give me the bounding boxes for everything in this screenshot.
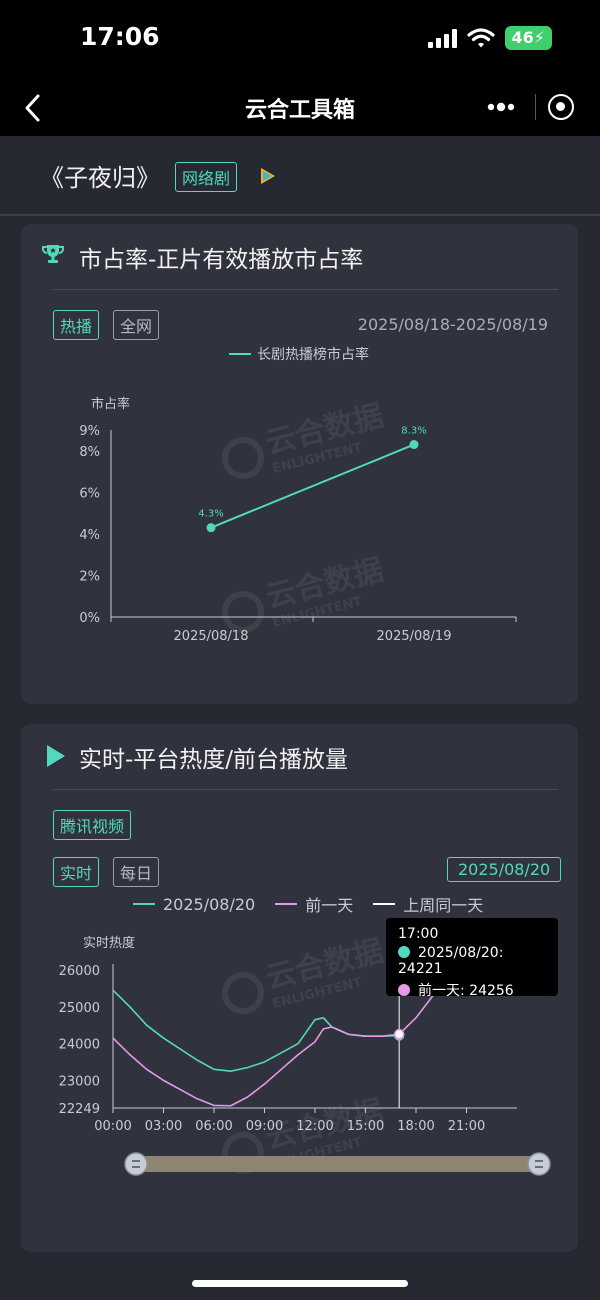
cellular-signal-icon	[427, 28, 457, 48]
date-range: 2025/08/18-2025/08/19	[357, 315, 548, 334]
watermark-logo-icon	[222, 437, 264, 479]
nav-bar: 云合工具箱	[0, 80, 600, 136]
status-time: 17:06	[80, 22, 160, 51]
record-icon[interactable]	[548, 94, 574, 120]
tooltip-dot-icon	[398, 984, 410, 996]
y-tick-label: 23000	[59, 1074, 100, 1089]
zoom-slider-track	[133, 1156, 541, 1172]
card-divider	[53, 789, 558, 790]
y-tick-label: 25000	[59, 1001, 100, 1016]
tab-daily[interactable]: 每日	[113, 857, 160, 887]
data-label: 4.3%	[198, 509, 223, 520]
battery-level: 46	[511, 28, 534, 47]
battery-icon: 46⚡	[504, 26, 552, 50]
y-tick-label: 2%	[79, 569, 100, 584]
x-tick-label: 21:00	[448, 1119, 485, 1134]
legend-line-icon	[229, 353, 251, 355]
legend-label: 长剧热播榜市占率	[257, 347, 369, 363]
tooltip-row-prev: 前一天: 24256	[398, 980, 546, 1000]
y-tick-label: 4%	[79, 528, 100, 543]
play-icon	[47, 745, 65, 767]
status-bar: 17:06 46⚡	[0, 0, 600, 80]
nav-divider	[535, 94, 536, 120]
data-label: 8.3%	[401, 426, 426, 437]
y-axis-title: 实时热度	[83, 935, 135, 951]
tab-hot[interactable]: 热播	[53, 310, 100, 340]
chart2-legend: 2025/08/20 前一天 上周同一天	[133, 892, 483, 916]
legend-prev-day[interactable]: 前一天	[305, 892, 353, 916]
x-tick-label: 09:00	[246, 1119, 283, 1134]
genre-tag: 网络剧	[175, 162, 238, 192]
y-tick-label: 24000	[59, 1038, 100, 1053]
show-header: 《子夜归》 网络剧	[0, 136, 600, 216]
data-point	[206, 523, 216, 533]
tooltip-dot-icon	[398, 946, 410, 958]
zoom-slider-handle	[124, 1152, 148, 1176]
tooltip-today-value: 2025/08/20: 24221	[398, 945, 504, 977]
y-tick-label: 9%	[79, 424, 100, 439]
market-share-card: 市占率-正片有效播放市占率 热播 全网 2025/08/18-2025/08/1…	[21, 224, 578, 704]
chart1-legend[interactable]: 长剧热播榜市占率	[229, 344, 369, 364]
tab-realtime[interactable]: 实时	[53, 857, 100, 887]
tencent-video-icon	[261, 168, 275, 184]
legend-prev-day-line-icon	[275, 903, 298, 905]
x-tick-label: 15:00	[347, 1119, 384, 1134]
watermark-logo-icon	[222, 591, 264, 633]
wifi-icon	[466, 28, 495, 48]
legend-last-week-line-icon	[373, 903, 396, 905]
tooltip-prev-value: 前一天: 24256	[418, 983, 514, 999]
x-tick-label: 2025/08/18	[174, 629, 249, 644]
x-tick-label: 12:00	[296, 1119, 333, 1134]
tab-all-network[interactable]: 全网	[113, 310, 160, 340]
x-tick-label: 06:00	[195, 1119, 232, 1134]
chart-tooltip: 17:00 2025/08/20: 24221 前一天: 24256	[386, 918, 558, 999]
legend-today-line-icon	[133, 903, 155, 905]
date-picker-button[interactable]: 2025/08/20	[447, 857, 562, 882]
trophy-icon	[42, 245, 64, 263]
highlight-point	[393, 1028, 405, 1040]
platform-tag[interactable]: 腾讯视频	[53, 810, 132, 840]
market-share-title: 市占率-正片有效播放市占率	[79, 247, 364, 273]
x-tick-label: 2025/08/19	[377, 629, 452, 644]
x-tick-label: 03:00	[145, 1119, 182, 1134]
zoom-slider-handle	[527, 1152, 551, 1176]
status-icons: 46⚡	[427, 26, 552, 50]
tooltip-row-today: 2025/08/20: 24221	[398, 945, 546, 977]
tooltip-time: 17:00	[398, 926, 439, 942]
realtime-heat-title: 实时-平台热度/前台播放量	[79, 747, 349, 773]
y-tick-label: 0%	[79, 611, 100, 626]
y-tick-label: 26000	[59, 964, 100, 979]
market-share-chart: 云合数据ENLIGHTENT云合数据ENLIGHTENT市占率0%2%4%6%8…	[79, 396, 517, 644]
x-tick-label: 00:00	[94, 1119, 131, 1134]
y-tick-label: 6%	[79, 486, 100, 501]
more-icon[interactable]	[486, 98, 516, 116]
legend-today[interactable]: 2025/08/20	[163, 895, 255, 914]
legend-last-week[interactable]: 上周同一天	[403, 892, 483, 916]
data-point	[409, 440, 419, 450]
watermark-logo-icon	[222, 972, 264, 1014]
show-title: 《子夜归》	[40, 164, 160, 192]
y-tick-label: 22249	[59, 1102, 100, 1117]
y-axis-title: 市占率	[91, 396, 130, 412]
card-divider	[53, 289, 558, 290]
home-indicator[interactable]	[192, 1280, 408, 1287]
y-tick-label: 8%	[79, 445, 100, 460]
x-tick-label: 18:00	[397, 1119, 434, 1134]
